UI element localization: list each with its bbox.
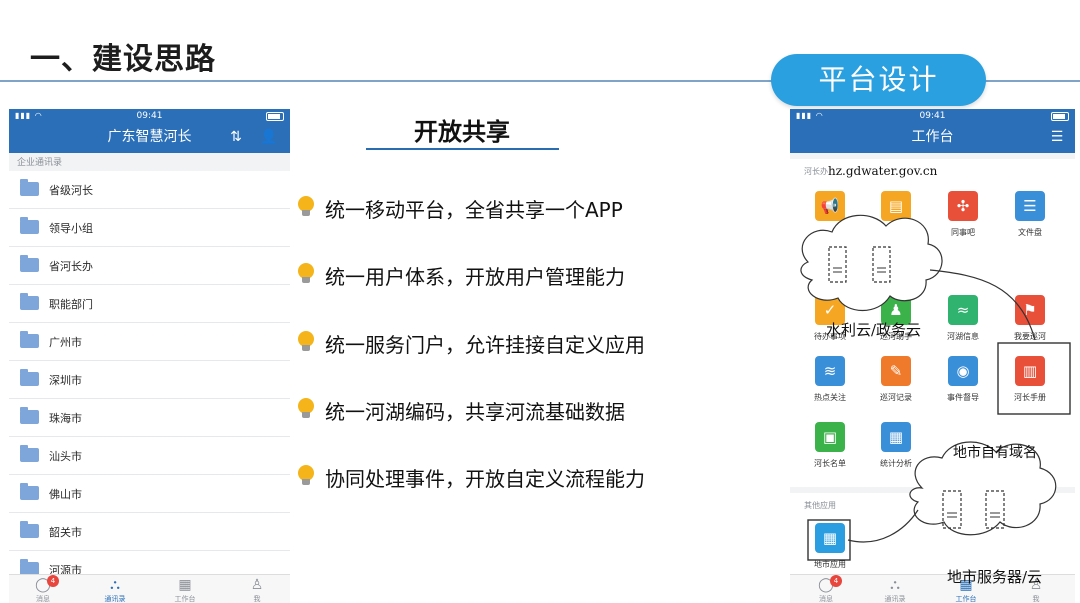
server-label: 地市服务器/云 <box>947 568 1043 586</box>
link-curve <box>929 269 1036 341</box>
highlight-box <box>997 342 1071 415</box>
own-domain-label: 地市自有域名 <box>953 445 1037 461</box>
link-curve <box>847 509 919 543</box>
cloud-label: 水利云/政务云 <box>826 321 922 339</box>
cloud-sketch <box>800 214 943 311</box>
domain-label: hz.gdwater.gov.cn <box>828 164 938 178</box>
highlight-box <box>807 519 851 561</box>
annotation-overlay <box>800 214 1071 561</box>
